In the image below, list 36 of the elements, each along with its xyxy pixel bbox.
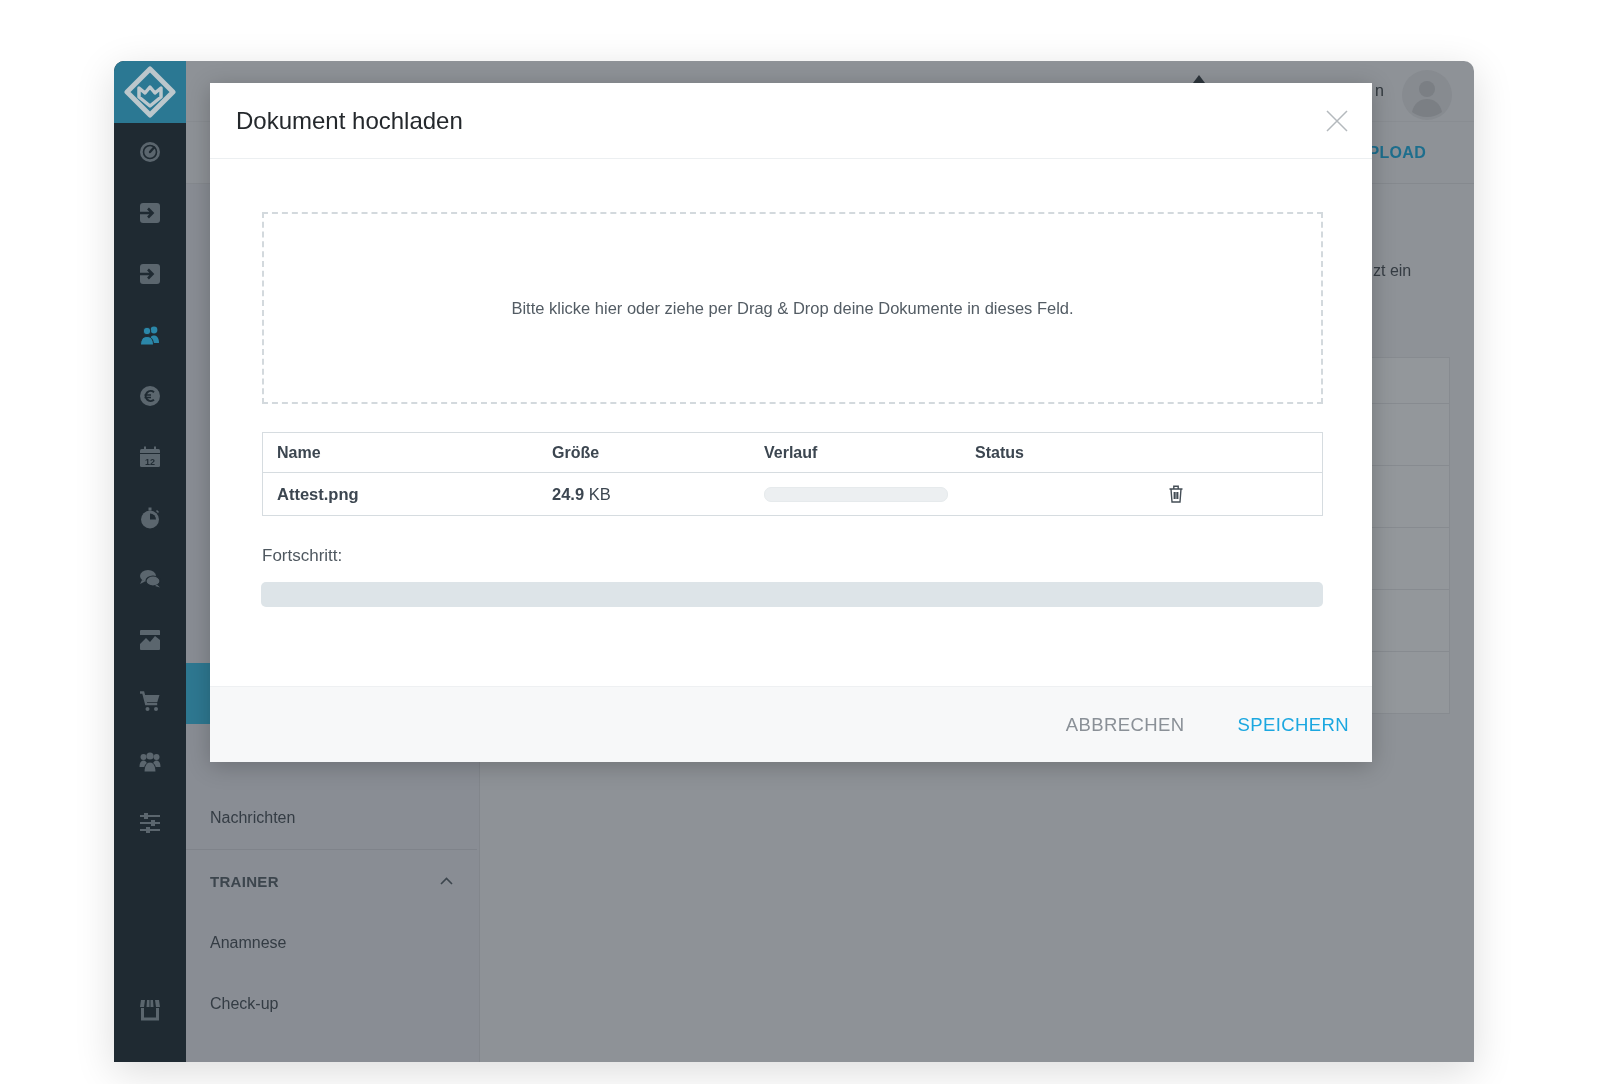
file-dropzone[interactable]: Bitte klicke hier oder ziehe per Drag & Drop deine Dokumente in dieses Feld. xyxy=(262,212,1323,404)
close-icon xyxy=(1326,109,1348,132)
nav-item[interactable]: Anamnese xyxy=(186,912,479,973)
column-header: Größe xyxy=(552,443,600,462)
store-icon[interactable] xyxy=(139,999,161,1021)
nav-item[interactable] xyxy=(186,663,211,724)
trash-icon[interactable] xyxy=(1169,485,1183,503)
enter-icon[interactable] xyxy=(139,263,161,285)
nav-item[interactable]: Nachrichten xyxy=(186,786,479,849)
calendar-icon[interactable]: 12 xyxy=(139,446,161,468)
cancel-button[interactable]: ABBRECHEN xyxy=(1055,705,1195,744)
column-header: Name xyxy=(277,443,321,462)
nav-section-header[interactable]: TRAINER xyxy=(186,850,479,912)
user-name: n xyxy=(1375,82,1384,100)
chat-icon[interactable] xyxy=(139,568,161,590)
progress-label: Fortschritt: xyxy=(262,546,343,566)
logo-icon[interactable] xyxy=(124,66,176,118)
dialog-title: Dokument hochladen xyxy=(236,106,463,135)
chart-icon[interactable] xyxy=(139,629,161,651)
group-icon[interactable] xyxy=(139,751,161,773)
column-header: Status xyxy=(975,443,1024,462)
stopwatch-icon[interactable] xyxy=(139,507,161,529)
table-cell: 24.9 KB xyxy=(552,484,611,504)
column-header: Verlauf xyxy=(764,443,818,462)
enter-icon[interactable] xyxy=(139,202,161,224)
chevron-up-icon xyxy=(440,877,453,885)
euro-icon[interactable] xyxy=(139,385,161,407)
close-button[interactable] xyxy=(1326,109,1348,132)
nav-item[interactable]: Check-up xyxy=(186,973,479,1034)
users-icon[interactable] xyxy=(139,324,161,346)
gauge-icon[interactable] xyxy=(139,141,161,163)
content-text: zt ein xyxy=(1372,262,1413,280)
table-cell: Attest.png xyxy=(277,484,359,504)
save-button[interactable]: SPEICHERN xyxy=(1227,705,1359,744)
cart-icon[interactable] xyxy=(139,690,161,712)
sliders-icon[interactable] xyxy=(139,812,161,834)
